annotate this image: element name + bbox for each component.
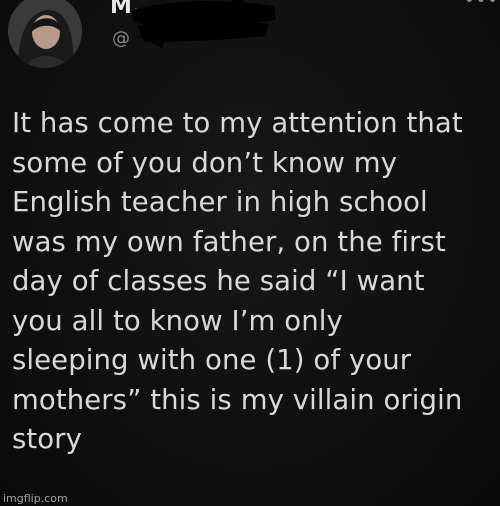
tweet-card: M. @ ••• It has come to my attention tha… [0, 0, 500, 506]
imgflip-watermark: imgflip.com [3, 492, 68, 505]
tweet-text: It has come to my attention that some of… [12, 107, 463, 455]
ellipsis-icon[interactable]: ••• [464, 0, 498, 10]
redaction-scribble [128, 0, 278, 52]
avatar-image [8, 0, 82, 68]
avatar[interactable] [8, 0, 82, 68]
